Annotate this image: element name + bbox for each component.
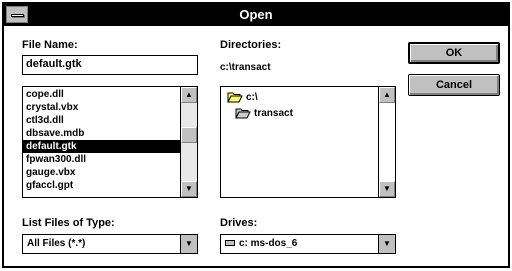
scroll-down-arrow-icon[interactable]: ▼: [181, 181, 197, 197]
file-type-dropdown[interactable]: All Files (*.*) ▼: [22, 234, 198, 254]
scroll-thumb[interactable]: [181, 127, 197, 143]
ok-button[interactable]: OK: [408, 42, 500, 64]
cancel-button[interactable]: Cancel: [408, 74, 500, 96]
dir-scroll-up-arrow-icon[interactable]: ▲: [379, 87, 395, 103]
file-name-label: File Name:: [22, 39, 78, 51]
directory-root-label: c:\: [246, 92, 258, 103]
directory-list[interactable]: c:\ transact ▲ ▼: [220, 86, 396, 198]
file-list-item[interactable]: gfaccl.gpt: [23, 179, 180, 192]
directory-list-scrollbar[interactable]: ▲ ▼: [378, 87, 395, 197]
drives-dropdown-arrow-icon[interactable]: ▼: [378, 235, 395, 253]
open-folder-current-icon: [235, 108, 251, 119]
window-title: Open: [239, 7, 273, 22]
file-list-scrollbar[interactable]: ▲ ▼: [180, 87, 197, 197]
file-list[interactable]: cope.dll crystal.vbx ctl3d.dll dbsave.mdb de…: [22, 86, 198, 198]
file-list-item[interactable]: cope.dll: [23, 88, 180, 101]
drives-label: Drives:: [220, 217, 258, 229]
file-type-label: List Files of Type:: [22, 217, 115, 229]
dir-scroll-down-arrow-icon[interactable]: ▼: [379, 181, 395, 197]
scroll-up-arrow-icon[interactable]: ▲: [181, 87, 197, 103]
file-list-item[interactable]: crystal.vbx: [23, 101, 180, 114]
file-list-item[interactable]: dbsave.mdb: [23, 127, 180, 140]
file-type-value: All Files (*.*): [27, 238, 86, 249]
open-folder-icon: [227, 92, 243, 103]
drive-icon: [225, 240, 235, 247]
file-list-item[interactable]: default.gtk: [23, 140, 180, 153]
file-type-dropdown-arrow-icon[interactable]: ▼: [180, 235, 197, 253]
file-list-item[interactable]: fpwan300.dll: [23, 153, 180, 166]
file-list-item[interactable]: gauge.vbx: [23, 166, 180, 179]
directory-transact-label: transact: [254, 108, 293, 119]
directory-item-transact[interactable]: transact: [235, 107, 293, 121]
drives-value: c: ms-dos_6: [239, 238, 298, 249]
file-name-input[interactable]: default.gtk: [22, 55, 198, 75]
open-dialog: Open File Name: default.gtk cope.dll crys…: [2, 2, 510, 268]
directories-label: Directories:: [220, 39, 282, 51]
title-bar[interactable]: Open: [4, 4, 508, 26]
file-list-item[interactable]: ctl3d.dll: [23, 114, 180, 127]
file-list-items: cope.dll crystal.vbx ctl3d.dll dbsave.mdb de…: [23, 88, 180, 192]
current-directory-path: c:\transact: [220, 62, 271, 73]
drives-dropdown[interactable]: c: ms-dos_6 ▼: [220, 234, 396, 254]
directory-item-root[interactable]: c:\: [227, 91, 258, 105]
